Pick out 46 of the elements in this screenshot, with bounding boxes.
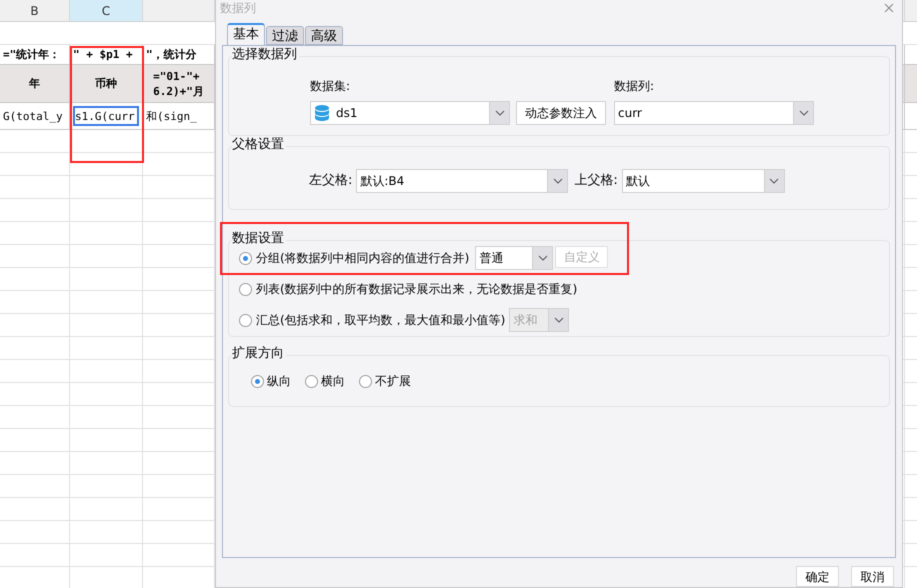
field-label: 左父格: bbox=[309, 172, 352, 190]
cell-text: 和(sign_ bbox=[146, 108, 198, 125]
radio-button[interactable] bbox=[239, 282, 252, 296]
option-label[interactable]: 不扩展 bbox=[375, 372, 411, 390]
select-value: 默认 bbox=[624, 173, 651, 190]
cell-text: s1.G(curr bbox=[73, 106, 139, 126]
select-value: curr bbox=[617, 105, 643, 122]
dataset-select[interactable]: ds1 bbox=[310, 101, 510, 125]
select-value: ds1 bbox=[336, 105, 359, 122]
radio-button[interactable] bbox=[305, 374, 318, 388]
cell-text: 年 bbox=[28, 76, 41, 92]
cell-text: G(total_y bbox=[3, 108, 64, 125]
radio-button[interactable] bbox=[239, 314, 252, 326]
dialog-button[interactable]: 确定 bbox=[796, 566, 839, 587]
inject-button[interactable]: 动态参数注入 bbox=[516, 101, 606, 125]
option-label[interactable]: 纵向 bbox=[267, 372, 291, 390]
field-label: 数据列: bbox=[614, 78, 656, 95]
close-icon[interactable] bbox=[884, 3, 894, 13]
radio-button[interactable] bbox=[251, 374, 264, 388]
tab[interactable]: 基本 bbox=[227, 23, 265, 45]
column-header[interactable]: C bbox=[70, 0, 143, 21]
field-label: 上父格: bbox=[574, 172, 618, 190]
option-label[interactable]: 横向 bbox=[321, 372, 345, 390]
select-value: 普通 bbox=[478, 250, 504, 267]
option-label[interactable]: 分组(将数据列中相同内容的值进行合并) bbox=[256, 249, 470, 267]
tab[interactable]: 高级 bbox=[305, 26, 343, 45]
cell-text: 币种 bbox=[94, 76, 118, 92]
cell-text: " + $p1 + bbox=[73, 48, 134, 61]
tab[interactable]: 过滤 bbox=[266, 26, 304, 45]
radio-button[interactable] bbox=[359, 374, 372, 388]
cell-text: "，统计分 bbox=[146, 48, 198, 61]
radio-button[interactable] bbox=[239, 252, 252, 264]
top-parent-select[interactable]: 默认 bbox=[622, 169, 785, 193]
left-parent-select[interactable]: 默认:B4 bbox=[356, 169, 568, 193]
column-select[interactable]: curr bbox=[614, 101, 814, 125]
select-value: 默认:B4 bbox=[359, 173, 406, 190]
window-title: 数据列 bbox=[220, 0, 256, 17]
option-label[interactable]: 汇总(包括求和，取平均数，最大值和最小值等) bbox=[256, 311, 506, 329]
cell-text: ="统计年： bbox=[3, 48, 62, 61]
option-label[interactable]: 列表(数据列中的所有数据记录展示出来，无论数据是否重复) bbox=[256, 280, 578, 298]
select-value: 求和 bbox=[512, 312, 538, 329]
database-icon bbox=[314, 104, 330, 122]
group-mode-select[interactable]: 普通 bbox=[475, 246, 554, 270]
cell-text: ="01-"+ 6.2)+"月 bbox=[152, 68, 205, 99]
dialog-button[interactable]: 取消 bbox=[851, 566, 894, 587]
field-label: 数据集: bbox=[310, 78, 352, 95]
